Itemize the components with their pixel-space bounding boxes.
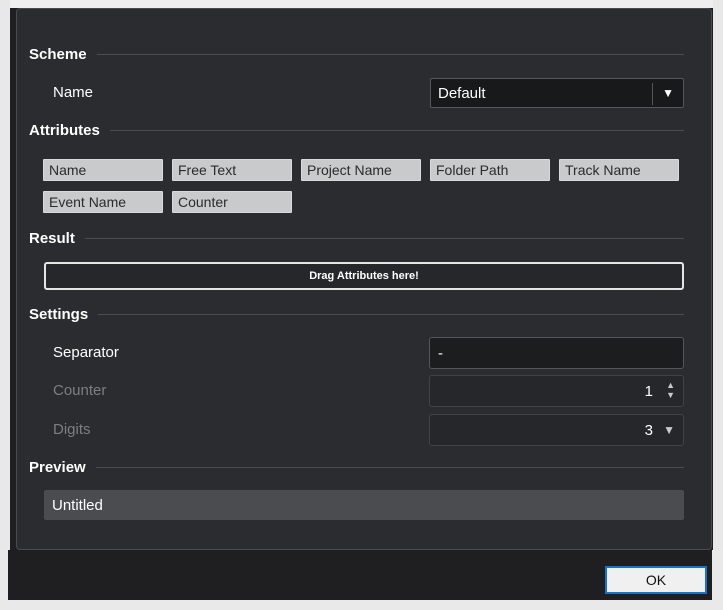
attribute-event-name[interactable]: Event Name — [43, 191, 163, 213]
preview-title: Preview — [29, 458, 86, 476]
attribute-project-name[interactable]: Project Name — [301, 159, 421, 181]
digits-dropdown[interactable]: 3 ▼ — [429, 414, 684, 446]
attribute-track-name[interactable]: Track Name — [559, 159, 679, 181]
dropdown-separator — [652, 83, 653, 105]
settings-title: Settings — [29, 305, 89, 323]
scheme-section-header: Scheme — [29, 44, 684, 64]
window-right-edge — [713, 0, 723, 610]
counter-label: Counter — [53, 382, 107, 399]
attributes-divider — [109, 129, 684, 131]
separator-label: Separator — [53, 344, 119, 361]
settings-section-header: Settings — [29, 304, 684, 324]
separator-value: - — [438, 345, 443, 362]
preview-value: Untitled — [52, 497, 103, 514]
result-divider — [84, 237, 684, 239]
attribute-name[interactable]: Name — [43, 159, 163, 181]
digits-value: 3 — [644, 422, 653, 439]
counter-stepper[interactable]: 1 ▲ ▼ — [429, 375, 684, 407]
digits-label: Digits — [53, 421, 91, 438]
ok-button[interactable]: OK — [605, 566, 707, 594]
dropdown-arrow-icon[interactable]: ▼ — [662, 86, 674, 100]
result-drop-zone[interactable]: Drag Attributes here! — [44, 262, 684, 290]
attribute-folder-path[interactable]: Folder Path — [430, 159, 550, 181]
window-left-edge — [0, 0, 10, 610]
preview-divider — [95, 466, 684, 468]
chevron-down-icon[interactable]: ▼ — [663, 423, 675, 437]
preview-section-header: Preview — [29, 457, 684, 477]
settings-divider — [98, 313, 684, 315]
attribute-free-text[interactable]: Free Text — [172, 159, 292, 181]
attribute-counter[interactable]: Counter — [172, 191, 292, 213]
stepper-arrows-icon[interactable]: ▲ ▼ — [666, 380, 675, 400]
preview-field: Untitled — [44, 490, 684, 520]
scheme-divider — [96, 53, 684, 55]
result-section-header: Result — [29, 228, 684, 248]
scheme-title: Scheme — [29, 45, 87, 63]
scheme-name-value: Default — [438, 85, 486, 102]
scheme-name-dropdown[interactable]: Default ▼ — [430, 78, 684, 108]
separator-input[interactable]: - — [429, 337, 684, 369]
attributes-title: Attributes — [29, 121, 100, 139]
counter-value: 1 — [644, 383, 653, 400]
scheme-name-label: Name — [53, 84, 94, 101]
window-top-edge — [0, 0, 723, 8]
attributes-section-header: Attributes — [29, 120, 684, 140]
result-title: Result — [29, 229, 75, 247]
